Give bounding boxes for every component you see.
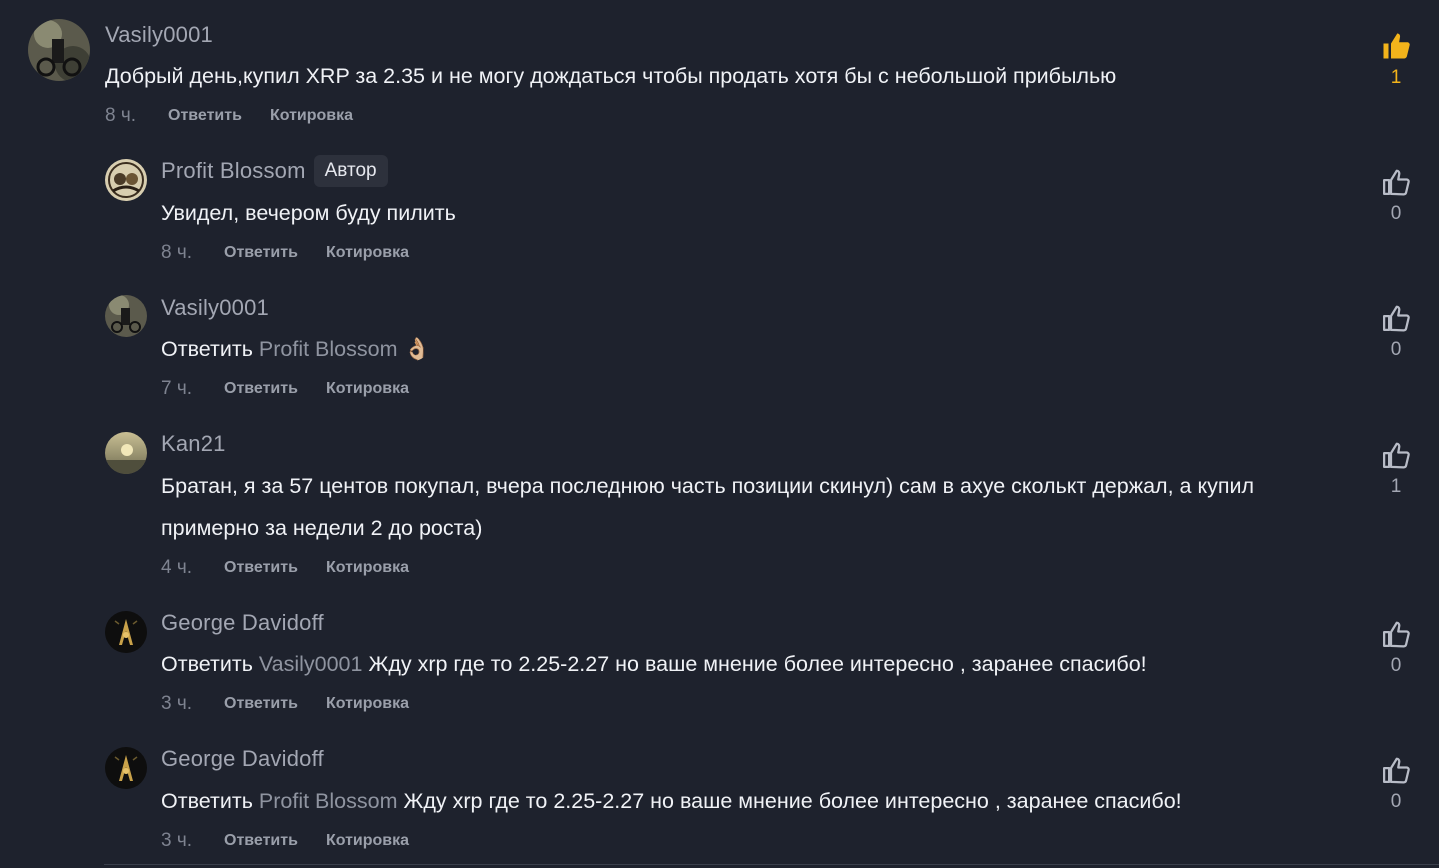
mention-link[interactable]: Vasily0001 (259, 652, 363, 676)
thumbs-up-outline-icon[interactable] (1381, 619, 1411, 649)
quote-button[interactable]: Котировка (326, 244, 409, 262)
comment-body: Жду xrp где то 2.25-2.27 но ваше мнение … (403, 789, 1182, 813)
comment-time: 4 ч. (161, 557, 193, 578)
quote-button[interactable]: Котировка (326, 380, 409, 398)
like-count: 0 (1390, 339, 1402, 360)
comment-author[interactable]: George Davidoff (161, 610, 324, 636)
comment-author[interactable]: Kan21 (161, 431, 226, 457)
like-count: 1 (1390, 476, 1402, 497)
comment-text: Ответить Profit Blossom Жду xrp где то 2… (161, 780, 1182, 822)
comment-author[interactable]: Vasily0001 (161, 295, 269, 321)
like-count: 0 (1390, 203, 1402, 224)
comment-text: Братан, я за 57 центов покупал, вчера по… (161, 474, 1255, 540)
reply-prefix: Ответить (161, 337, 253, 361)
reply-button[interactable]: Ответить (224, 380, 298, 398)
avatar[interactable] (105, 611, 147, 653)
comment-text: Ответить Profit Blossom 👌🏼 (161, 328, 430, 370)
thumbs-up-filled-icon[interactable] (1381, 31, 1411, 61)
quote-button[interactable]: Котировка (326, 695, 409, 713)
vote-box: 0 (1372, 303, 1420, 361)
avatar[interactable] (105, 159, 147, 201)
comment-author[interactable]: George Davidoff (161, 746, 324, 772)
comment-time: 8 ч. (105, 105, 137, 126)
thumbs-up-outline-icon[interactable] (1381, 755, 1411, 785)
avatar[interactable] (105, 747, 147, 789)
thumbs-up-outline-icon[interactable] (1381, 440, 1411, 470)
divider (104, 864, 1439, 865)
vote-box: 0 (1372, 167, 1420, 225)
vote-box: 0 (1372, 755, 1420, 813)
comment-body: Жду xrp где то 2.25-2.27 но ваше мнение … (368, 652, 1147, 676)
mention-link[interactable]: Profit Blossom (259, 789, 398, 813)
vote-box: 1 (1372, 440, 1420, 498)
like-count: 0 (1390, 791, 1402, 812)
vote-box: 1 (1372, 31, 1420, 89)
reply-button[interactable]: Ответить (168, 107, 242, 125)
comment-text: Ответить Vasily0001 Жду xrp где то 2.25-… (161, 643, 1147, 685)
quote-button[interactable]: Котировка (326, 832, 409, 850)
quote-button[interactable]: Котировка (270, 107, 353, 125)
comment-time: 3 ч. (161, 830, 193, 851)
like-count: 1 (1390, 67, 1402, 88)
avatar[interactable] (28, 19, 90, 81)
quote-button[interactable]: Котировка (326, 559, 409, 577)
avatar[interactable] (105, 432, 147, 474)
comment-author[interactable]: Profit Blossom (161, 158, 306, 184)
comment-text: Добрый день,купил XRP за 2.35 и не могу … (105, 64, 1117, 88)
comment-emoji: 👌🏼 (403, 337, 431, 361)
reply-prefix: Ответить (161, 789, 253, 813)
comment-author[interactable]: Vasily0001 (105, 22, 213, 48)
mention-link[interactable]: Profit Blossom (259, 337, 398, 361)
comment-time: 8 ч. (161, 242, 193, 263)
author-badge: Автор (313, 155, 388, 187)
comment-time: 7 ч. (161, 378, 193, 399)
reply-button[interactable]: Ответить (224, 244, 298, 262)
vote-box: 0 (1372, 619, 1420, 677)
reply-button[interactable]: Ответить (224, 559, 298, 577)
reply-button[interactable]: Ответить (224, 832, 298, 850)
comment-text: Увидел, вечером буду пилить (161, 201, 456, 225)
reply-button[interactable]: Ответить (224, 695, 298, 713)
comment-thread: Vasily0001 Добрый день,купил XRP за 2.35… (0, 0, 1439, 868)
thumbs-up-outline-icon[interactable] (1381, 303, 1411, 333)
reply-prefix: Ответить (161, 652, 253, 676)
thumbs-up-outline-icon[interactable] (1381, 167, 1411, 197)
avatar[interactable] (105, 295, 147, 337)
comment-time: 3 ч. (161, 693, 193, 714)
like-count: 0 (1390, 655, 1402, 676)
